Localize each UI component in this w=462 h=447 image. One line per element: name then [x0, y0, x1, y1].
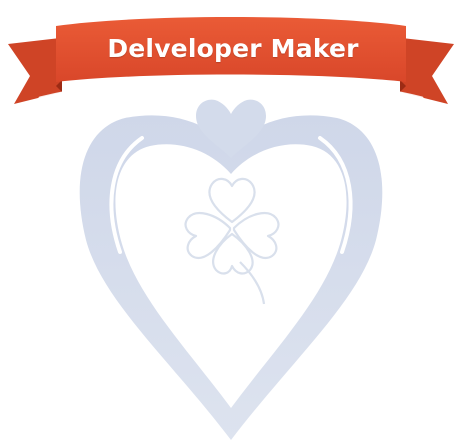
four-leaf-clover-icon: [184, 177, 280, 305]
heart-outline-icon: [79, 115, 383, 440]
developer-maker-badge: Delveloper Maker: [0, 0, 462, 447]
badge-title: Delveloper Maker: [107, 33, 359, 63]
